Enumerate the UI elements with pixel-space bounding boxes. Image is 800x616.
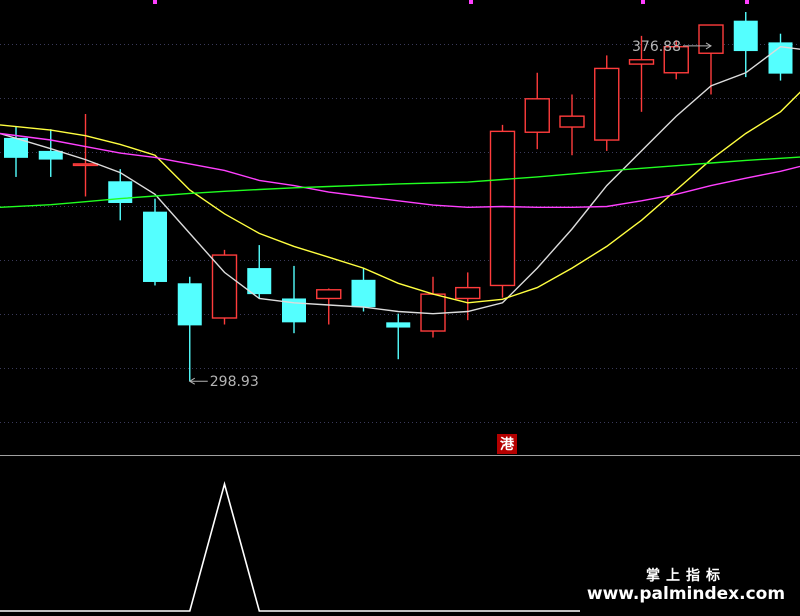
signal-marker: [745, 0, 749, 4]
candle-body: [628, 59, 655, 65]
watermark: 掌上指标 www.palmindex.com: [580, 563, 800, 616]
candle-body: [143, 211, 167, 282]
high-price-label: 376.88: [632, 39, 681, 55]
market-badge-label: 港: [500, 436, 515, 453]
candle-body: [211, 254, 238, 319]
candle: [211, 249, 238, 325]
signal-marker: [641, 0, 645, 4]
candle-body: [455, 286, 481, 300]
candle-body: [351, 279, 376, 308]
candle-body: [489, 130, 516, 287]
candle: [420, 276, 446, 338]
candle: [38, 129, 63, 177]
candle: [282, 265, 306, 334]
signal-marker: [153, 0, 157, 4]
chart-canvas: 376.88 298.93 港 掌上指标 www.palmindex.com: [0, 0, 800, 616]
watermark-title: 掌上指标: [646, 567, 726, 584]
candle: [698, 24, 724, 95]
candle: [386, 313, 411, 360]
candle-body: [559, 115, 585, 128]
candle-body: [177, 283, 202, 326]
low-price-label: 298.93: [210, 374, 259, 390]
candle-body: [524, 98, 550, 133]
candle: [594, 55, 620, 151]
candle: [768, 33, 793, 81]
candle: [177, 276, 202, 382]
price-gridlines: [0, 44, 800, 423]
candlestick-series: [4, 12, 793, 382]
candle: [559, 94, 585, 156]
candle-body: [247, 268, 272, 295]
candle-body: [698, 24, 724, 54]
candle-body: [38, 150, 63, 160]
candle-body: [594, 67, 620, 141]
candle: [351, 268, 376, 312]
candle-body: [733, 20, 758, 52]
candle: [489, 124, 516, 298]
candle: [247, 245, 272, 299]
candle: [143, 198, 167, 286]
candle: [455, 272, 481, 321]
candle: [524, 72, 550, 150]
market-badge: 港: [497, 434, 517, 454]
candle-body: [386, 322, 411, 328]
price-annotations: 376.88 298.93: [188, 39, 712, 390]
candle: [316, 288, 342, 325]
signal-marker: [469, 0, 473, 4]
candle-body: [316, 289, 342, 300]
top-markers: [153, 0, 749, 4]
watermark-url: www.palmindex.com: [587, 584, 785, 604]
candle: [108, 169, 133, 221]
candle-body: [72, 163, 99, 167]
candle: [72, 114, 99, 197]
